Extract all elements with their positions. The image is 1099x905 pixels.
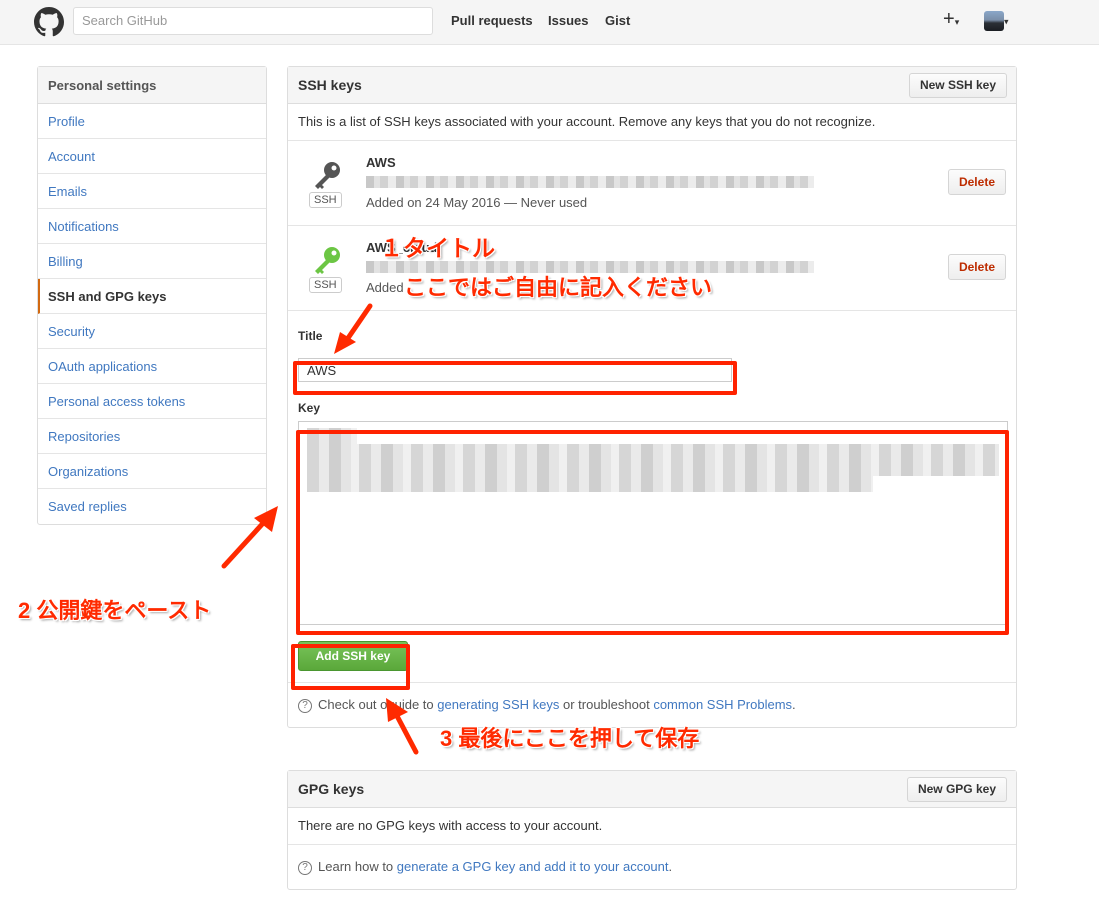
nav-issues[interactable]: Issues — [548, 13, 588, 28]
gpg-keys-panel: GPG keys New GPG key There are no GPG ke… — [287, 770, 1017, 890]
sidebar-item-emails[interactable]: Emails — [38, 174, 266, 209]
settings-sidebar: Personal settings Profile Account Emails… — [37, 66, 267, 525]
generate-gpg-key-link[interactable]: generate a GPG key and add it to your ac… — [397, 859, 669, 874]
question-icon: ? — [298, 698, 312, 713]
annotation-title-note: ここではご自由に記入ください — [404, 275, 713, 300]
nav-pull-requests[interactable]: Pull requests — [451, 13, 533, 28]
question-icon: ? — [298, 860, 312, 875]
add-button-highlight-box — [291, 644, 410, 690]
title-highlight-box — [293, 361, 737, 395]
sidebar-item-notifications[interactable]: Notifications — [38, 209, 266, 244]
ssh-keys-description: This is a list of SSH keys associated wi… — [288, 104, 1016, 141]
gpg-keys-description: There are no GPG keys with access to you… — [288, 808, 1016, 845]
arrow-icon — [334, 303, 373, 354]
sidebar-item-oauth-applications[interactable]: OAuth applications — [38, 349, 266, 384]
delete-ssh-key-button[interactable]: Delete — [947, 169, 1006, 195]
common-ssh-problems-link[interactable]: common SSH Problems — [653, 697, 792, 712]
annotation-save: 3 最後にここを押して保存 — [440, 726, 700, 751]
arrow-icon — [221, 506, 278, 569]
key-icon — [315, 247, 340, 274]
chevron-down-icon: ▾ — [954, 17, 960, 27]
user-menu[interactable]: ▾ — [984, 11, 1009, 31]
delete-ssh-key-button[interactable]: Delete — [947, 254, 1006, 280]
new-ssh-key-button[interactable]: New SSH key — [908, 73, 1007, 98]
gpg-keys-header: GPG keys New GPG key — [288, 771, 1016, 808]
new-gpg-key-button[interactable]: New GPG key — [906, 777, 1007, 802]
plus-icon: + — [943, 8, 955, 30]
search-input[interactable]: Search GitHub — [73, 7, 433, 35]
ssh-tag: SSH — [309, 277, 342, 293]
top-header: Search GitHub Pull requests Issues Gist … — [0, 0, 1099, 45]
gpg-keys-title: GPG keys — [298, 781, 365, 797]
sidebar-item-personal-access-tokens[interactable]: Personal access tokens — [38, 384, 266, 419]
annotation-title-heading: １タイトル — [380, 235, 495, 261]
sidebar-item-ssh-gpg-keys[interactable]: SSH and GPG keys — [38, 279, 266, 314]
key-icon — [315, 162, 340, 189]
annotation-paste-key: 2 公開鍵をペースト — [18, 598, 212, 623]
sidebar-item-security[interactable]: Security — [38, 314, 266, 349]
sidebar-item-repositories[interactable]: Repositories — [38, 419, 266, 454]
ssh-keys-header: SSH keys New SSH key — [288, 67, 1016, 104]
ssh-key-title: AWS — [366, 155, 396, 170]
chevron-down-icon: ▾ — [1004, 16, 1009, 27]
title-label: Title — [298, 329, 323, 343]
ssh-key-added-date: Added — [366, 280, 404, 295]
create-new-button[interactable]: +▾ — [943, 8, 959, 31]
ssh-key-row: SSH AWS Added on 24 May 2016 — Never use… — [288, 141, 1016, 226]
nav-gist[interactable]: Gist — [605, 13, 630, 28]
sidebar-item-profile[interactable]: Profile — [38, 104, 266, 139]
generating-ssh-keys-link[interactable]: generating SSH keys — [437, 697, 559, 712]
avatar — [984, 11, 1004, 31]
gpg-help-text: ? Learn how to generate a GPG key and add… — [288, 845, 1016, 889]
github-logo-icon[interactable] — [34, 7, 64, 37]
key-highlight-box — [296, 430, 1009, 635]
ssh-key-added-date: Added on 24 May 2016 — Never used — [366, 195, 588, 210]
ssh-keys-title: SSH keys — [298, 77, 362, 93]
sidebar-item-organizations[interactable]: Organizations — [38, 454, 266, 489]
ssh-tag: SSH — [309, 192, 342, 208]
sidebar-item-billing[interactable]: Billing — [38, 244, 266, 279]
arrow-icon — [386, 698, 419, 755]
sidebar-item-account[interactable]: Account — [38, 139, 266, 174]
key-label: Key — [298, 401, 321, 415]
ssh-key-fingerprint — [366, 176, 814, 188]
sidebar-title: Personal settings — [38, 67, 266, 104]
